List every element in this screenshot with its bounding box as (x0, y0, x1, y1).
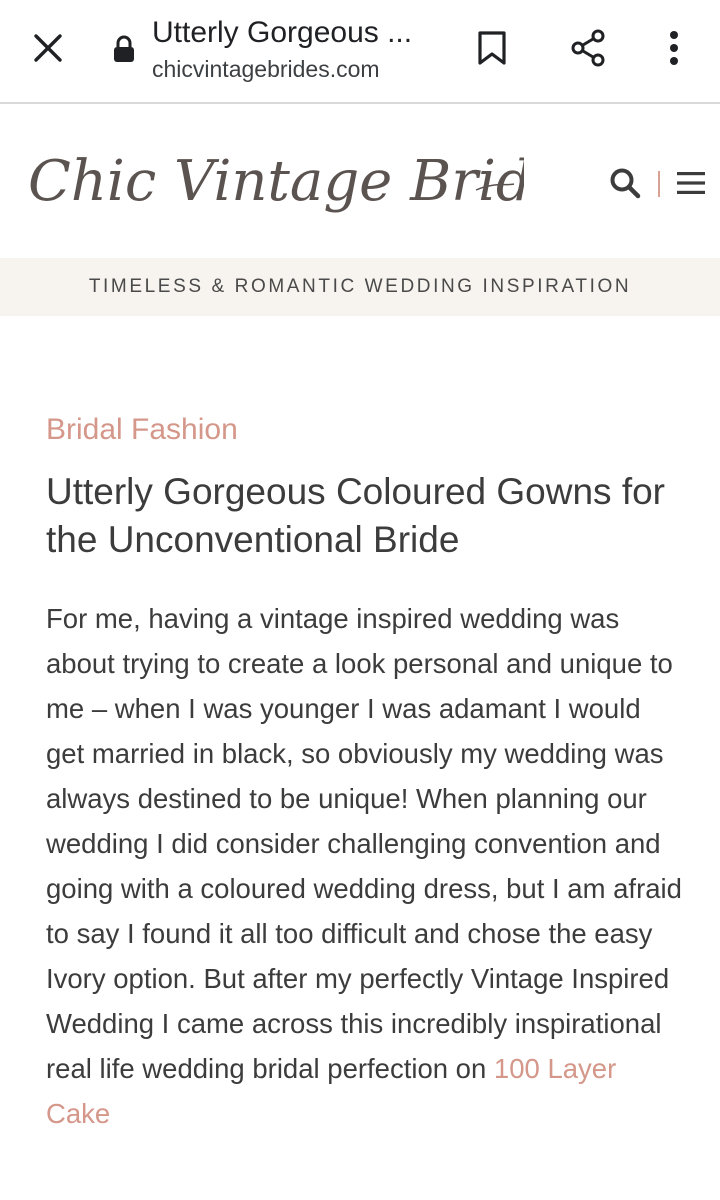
page-title-in-url-bar: Utterly Gorgeous ... (152, 16, 413, 49)
share-icon (571, 29, 605, 67)
article-title: Utterly Gorgeous Coloured Gowns for the … (46, 471, 665, 560)
url-domain: chicvintagebrides.com (152, 56, 380, 82)
share-button[interactable] (562, 22, 614, 74)
search-icon (610, 168, 641, 199)
menu-button[interactable] (670, 162, 712, 204)
close-icon (34, 34, 62, 62)
browser-top-bar: Utterly Gorgeous ... chicvintagebrides.c… (0, 0, 720, 104)
article: Bridal Fashion Utterly Gorgeous Coloured… (46, 406, 682, 1136)
url-bar[interactable]: Utterly Gorgeous ... chicvintagebrides.c… (152, 14, 442, 84)
menu-icon (677, 172, 705, 194)
search-button[interactable] (604, 162, 646, 204)
site-header: Chic Vintage Brides (0, 104, 720, 258)
logo-text: Chic Vintage Brides (28, 149, 524, 214)
lock-icon (110, 34, 138, 64)
tagline-band: TIMELESS & ROMANTIC WEDDING INSPIRATION (0, 258, 720, 316)
article-body-text: For me, having a vintage inspired weddin… (46, 603, 682, 1084)
category-link[interactable]: Bridal Fashion (46, 406, 238, 454)
site-tagline: TIMELESS & ROMANTIC WEDDING INSPIRATION (88, 276, 632, 297)
site-logo[interactable]: Chic Vintage Brides (24, 124, 524, 234)
header-divider (658, 171, 660, 197)
bookmark-icon (478, 31, 506, 65)
more-vert-icon (670, 31, 678, 65)
article-body: For me, having a vintage inspired weddin… (46, 596, 682, 1136)
close-tab-button[interactable] (20, 26, 76, 70)
bookmark-button[interactable] (466, 22, 518, 74)
more-options-button[interactable] (652, 22, 696, 74)
